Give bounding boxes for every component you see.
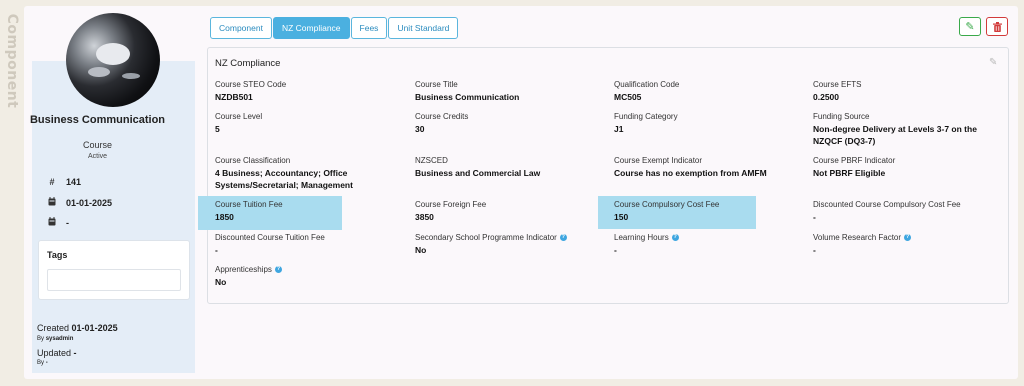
field-apprenticeships: Apprenticeships? No — [215, 265, 282, 287]
tags-label: Tags — [47, 250, 68, 260]
tab-bar: Component NZ Compliance Fees Unit Standa… — [210, 17, 459, 39]
field-course-tuition-fee: Course Tuition Fee 1850 — [215, 200, 283, 222]
course-type: Course — [82, 140, 112, 150]
trash-icon — [992, 21, 1002, 32]
field-course-credits: Course Credits 30 — [415, 112, 469, 134]
created-info: Created 01-01-2025 — [37, 323, 118, 333]
course-title: Business Communication — [29, 114, 166, 126]
field-course-steo-code: Course STEO Code NZDB501 — [215, 80, 287, 102]
field-discounted-compulsory-cost-fee: Discounted Course Compulsory Cost Fee - — [813, 200, 961, 222]
edit-button[interactable]: ✎ — [959, 17, 981, 36]
field-course-level: Course Level 5 — [215, 112, 263, 134]
updated-info: Updated - — [37, 348, 77, 358]
field-course-classification: Course Classification 4 Business; Accoun… — [215, 156, 353, 190]
sidebar-row-start-date: 01-01-2025 — [47, 197, 112, 208]
field-qualification-code: Qualification Code MC505 — [614, 80, 680, 102]
field-course-exempt-indicator: Course Exempt Indicator Course has no ex… — [614, 156, 767, 178]
panel-edit-icon[interactable]: ✎ — [989, 57, 997, 68]
tags-box: Tags — [38, 240, 190, 300]
field-volume-research-factor: Volume Research Factor? - — [813, 233, 912, 255]
tab-component[interactable]: Component — [210, 17, 272, 39]
tab-nz-compliance[interactable]: NZ Compliance — [272, 17, 350, 39]
help-icon[interactable]: ? — [904, 234, 912, 241]
help-icon[interactable]: ? — [274, 266, 282, 273]
field-course-efts: Course EFTS 0.2500 — [813, 80, 862, 102]
help-icon[interactable]: ? — [671, 234, 679, 241]
field-nzsced: NZSCED Business and Commercial Law — [415, 156, 541, 178]
delete-button[interactable] — [986, 17, 1008, 36]
field-course-title: Course Title Business Communication — [415, 80, 520, 102]
pencil-icon: ✎ — [965, 20, 975, 33]
created-by: By sysadmin — [37, 336, 74, 342]
tags-input[interactable] — [47, 269, 181, 291]
field-course-foreign-fee: Course Foreign Fee 3850 — [415, 200, 487, 222]
calendar-icon — [47, 217, 57, 228]
field-course-pbrf-indicator: Course PBRF Indicator Not PBRF Eligible — [813, 156, 896, 178]
sidebar-row-id: # 141 — [47, 177, 81, 187]
sidebar-row-end-date: - — [47, 217, 69, 228]
field-funding-source: Funding Source Non-degree Delivery at Le… — [813, 112, 977, 146]
updated-by: By - — [37, 360, 48, 366]
field-funding-category: Funding Category J1 — [614, 112, 678, 134]
field-learning-hours: Learning Hours? - — [614, 233, 679, 255]
course-avatar — [66, 13, 160, 107]
component-vertical-label: Component — [4, 13, 20, 109]
tab-unit-standard[interactable]: Unit Standard — [388, 17, 459, 39]
field-course-compulsory-cost-fee: Course Compulsory Cost Fee 150 — [614, 200, 720, 222]
course-status: Active — [87, 153, 108, 160]
field-discounted-tuition-fee: Discounted Course Tuition Fee - — [215, 233, 325, 255]
calendar-icon — [47, 197, 57, 208]
field-secondary-school-programme-indicator: Secondary School Programme Indicator? No — [415, 233, 567, 255]
help-icon[interactable]: ? — [559, 234, 567, 241]
tab-fees[interactable]: Fees — [350, 17, 388, 39]
hash-icon: # — [49, 177, 55, 187]
panel-title: NZ Compliance — [215, 58, 281, 69]
